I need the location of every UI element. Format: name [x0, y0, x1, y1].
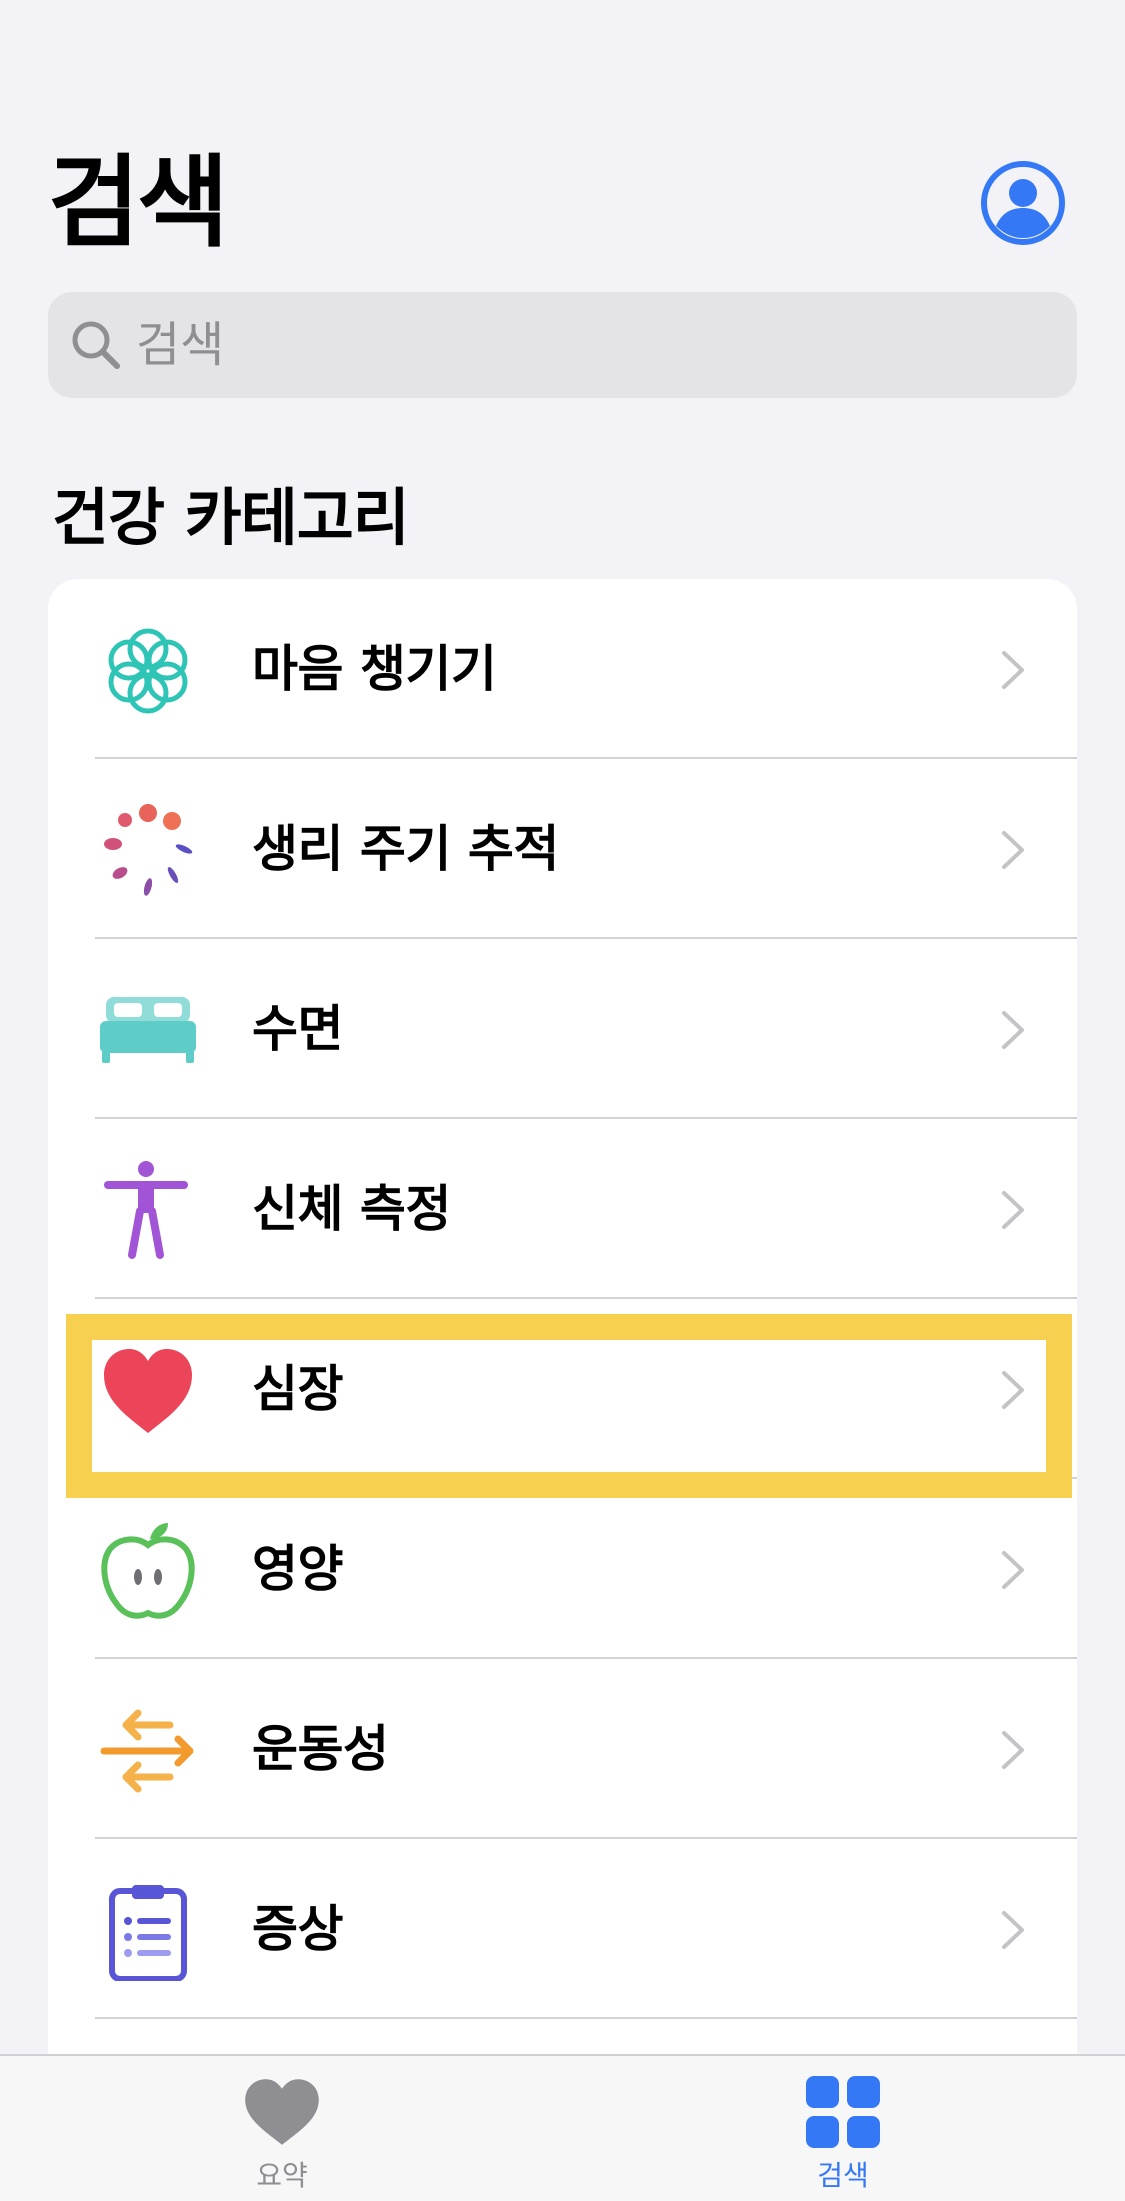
profile-button[interactable] — [980, 160, 1066, 246]
search-icon — [72, 321, 120, 369]
category-label: 신체 측정 — [252, 1180, 451, 1238]
mobility-arrows-icon — [100, 1709, 194, 1793]
cycle-tracking-icon — [104, 804, 193, 896]
category-row-symptoms[interactable]: 증상 — [48, 1839, 1077, 2019]
grid-icon — [806, 2076, 880, 2148]
chevron-right-icon — [1002, 651, 1024, 689]
chevron-right-icon — [1002, 1371, 1024, 1409]
category-label: 증상 — [252, 1900, 344, 1958]
chevron-right-icon — [1002, 1911, 1024, 1949]
tab-browse[interactable]: 검색 — [743, 2076, 943, 2201]
category-row-mindfulness[interactable]: 마음 챙기기 — [48, 579, 1077, 759]
tab-browse-label: 검색 — [817, 2159, 869, 2192]
category-row-body-measurements[interactable]: 신체 측정 — [48, 1119, 1077, 1299]
body-figure-icon — [104, 1161, 188, 1259]
apple-icon — [101, 1523, 195, 1619]
category-label: 생리 주기 추적 — [252, 820, 559, 878]
category-label: 심장 — [252, 1360, 344, 1418]
row-divider — [95, 2017, 1077, 2019]
category-row-mobility[interactable]: 운동성 — [48, 1659, 1077, 1839]
bed-icon — [100, 997, 196, 1063]
tab-summary[interactable]: 요약 — [182, 2076, 382, 2201]
heart-icon — [245, 2079, 319, 2145]
tab-bar: 요약 검색 — [0, 2054, 1125, 2201]
section-title: 건강 카테고리 — [52, 481, 410, 554]
category-row-cycle-tracking[interactable]: 생리 주기 추적 — [48, 759, 1077, 939]
page-title: 검색 — [48, 144, 229, 261]
clipboard-icon — [109, 1885, 187, 1981]
chevron-right-icon — [1002, 1551, 1024, 1589]
heart-icon — [104, 1349, 192, 1433]
category-label: 운동성 — [252, 1720, 389, 1778]
category-row-heart[interactable]: 심장 — [48, 1299, 1077, 1479]
category-label: 영양 — [252, 1540, 344, 1598]
search-bar[interactable] — [48, 292, 1077, 398]
category-row-nutrition[interactable]: 영양 — [48, 1479, 1077, 1659]
search-input[interactable] — [136, 292, 1056, 398]
chevron-right-icon — [1002, 1191, 1024, 1229]
tab-summary-label: 요약 — [256, 2159, 308, 2192]
person-circle-icon — [981, 161, 1065, 245]
mindfulness-icon — [108, 628, 188, 714]
category-label: 수면 — [252, 1000, 344, 1058]
chevron-right-icon — [1002, 831, 1024, 869]
chevron-right-icon — [1002, 1731, 1024, 1769]
category-row-sleep[interactable]: 수면 — [48, 939, 1077, 1119]
category-label: 마음 챙기기 — [252, 640, 497, 698]
categories-list: 마음 챙기기 생리 주기 추적 수면 신체 측정 심장 영양 운동성 증상 — [48, 579, 1077, 2059]
chevron-right-icon — [1002, 1011, 1024, 1049]
